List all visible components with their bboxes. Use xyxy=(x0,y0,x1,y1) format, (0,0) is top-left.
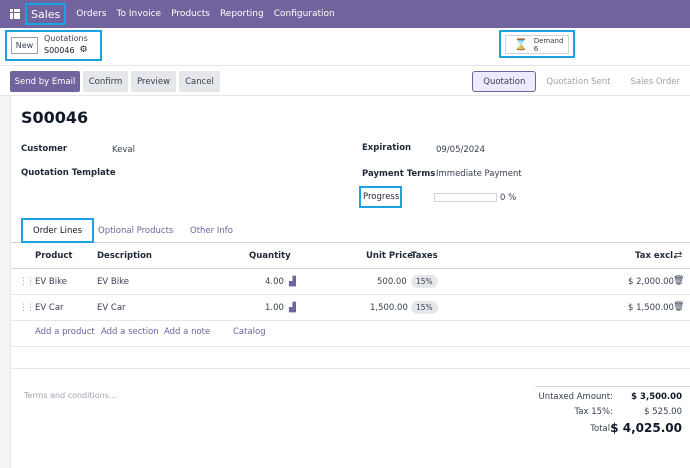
demand-smart-button[interactable]: ⌛ Demand 6 xyxy=(505,35,569,54)
tax-badge[interactable]: 15% xyxy=(411,275,438,288)
progress-bar xyxy=(434,193,497,202)
row-unit-price[interactable]: 500.00 xyxy=(377,277,407,287)
col-taxes[interactable]: Taxes xyxy=(411,251,438,261)
row-description[interactable]: EV Car xyxy=(97,303,126,313)
row-subtotal: $ 2,000.00 xyxy=(628,277,674,287)
record-title: S00046 xyxy=(21,108,89,127)
col-product[interactable]: Product xyxy=(35,251,73,261)
nav-brand-sales[interactable]: Sales xyxy=(25,3,67,25)
status-sales-order[interactable]: Sales Order xyxy=(621,71,690,92)
tax-label: Tax 15%: xyxy=(574,407,613,417)
status-quotation[interactable]: Quotation xyxy=(472,71,537,92)
add-section-link[interactable]: Add a section xyxy=(101,327,159,337)
breadcrumb-area: New Quotations S00046 ⚙ xyxy=(5,30,102,61)
demand-text: Demand 6 xyxy=(534,37,564,53)
nav-item-products[interactable]: Products xyxy=(171,9,210,19)
drag-handle-icon[interactable]: ⋮⋮ xyxy=(19,303,35,313)
catalog-link[interactable]: Catalog xyxy=(233,327,266,337)
quotation-template-label: Quotation Template xyxy=(21,168,116,178)
tab-optional-products[interactable]: Optional Products xyxy=(98,218,173,243)
progress-label: Progress xyxy=(363,192,400,202)
gear-icon[interactable]: ⚙ xyxy=(80,45,88,55)
payment-terms-label: Payment Terms xyxy=(362,169,436,179)
apps-grid-icon[interactable] xyxy=(10,9,20,19)
customer-field[interactable]: Keval xyxy=(112,145,135,155)
demand-label: Demand xyxy=(533,36,564,45)
table-row[interactable]: ⋮⋮ EV Car EV Car 1.00 ▟ 1,500.00 15% $ 1… xyxy=(11,295,690,321)
confirm-button[interactable]: Confirm xyxy=(83,71,128,92)
customer-label: Customer xyxy=(21,144,68,154)
row-product[interactable]: EV Bike xyxy=(35,277,67,287)
control-panel: New Quotations S00046 ⚙ ⌛ Demand 6 xyxy=(0,28,690,66)
add-note-link[interactable]: Add a note xyxy=(164,327,210,337)
col-unit-price[interactable]: Unit Price xyxy=(366,251,413,261)
row-unit-price[interactable]: 1,500.00 xyxy=(370,303,408,313)
row-quantity[interactable]: 4.00 xyxy=(265,277,284,287)
forecast-chart-icon[interactable]: ▟ xyxy=(289,303,296,313)
row-quantity[interactable]: 1.00 xyxy=(265,303,284,313)
expiration-label: Expiration xyxy=(362,143,412,153)
demand-value: 6 xyxy=(533,44,539,53)
cancel-button[interactable]: Cancel xyxy=(179,71,220,92)
untaxed-amount-value: $ 3,500.00 xyxy=(631,392,682,402)
trash-icon[interactable]: 🗑 xyxy=(673,276,684,286)
hourglass-icon: ⌛ xyxy=(514,38,528,51)
expiration-field[interactable]: 09/05/2024 xyxy=(436,145,485,155)
nav-item-to-invoice[interactable]: To Invoice xyxy=(117,9,162,19)
tax-badge[interactable]: 15% xyxy=(411,301,438,314)
breadcrumb-parent[interactable]: Quotations xyxy=(44,34,88,43)
table-row[interactable]: ⋮⋮ EV Bike EV Bike 4.00 ▟ 500.00 15% $ 2… xyxy=(11,269,690,295)
top-navbar: Sales Orders To Invoice Products Reporti… xyxy=(0,0,690,28)
preview-button[interactable]: Preview xyxy=(131,71,176,92)
divider xyxy=(11,368,690,369)
progress-value: 0 % xyxy=(500,193,517,203)
nav-item-orders[interactable]: Orders xyxy=(76,9,106,19)
terms-and-conditions-field[interactable]: Terms and conditions... xyxy=(24,391,116,400)
breadcrumb-current: S00046 ⚙ xyxy=(44,45,88,55)
order-lines-header: Product Description Quantity Unit Price … xyxy=(11,243,690,269)
add-line-controls: Add a product Add a section Add a note C… xyxy=(11,321,690,343)
action-bar: Send by Email Confirm Preview Cancel Quo… xyxy=(0,66,690,96)
tax-value: $ 525.00 xyxy=(644,407,682,417)
nav-item-reporting[interactable]: Reporting xyxy=(220,9,264,19)
row-description[interactable]: EV Bike xyxy=(97,277,129,287)
form-sheet: S00046 Customer Keval Quotation Template… xyxy=(10,96,690,468)
status-bar: Quotation Quotation Sent Sales Order xyxy=(472,71,690,92)
breadcrumb-current-label: S00046 xyxy=(44,45,75,55)
trash-icon[interactable]: 🗑 xyxy=(673,302,684,312)
nav-item-configuration[interactable]: Configuration xyxy=(274,9,335,19)
add-product-link[interactable]: Add a product xyxy=(35,327,95,337)
tab-order-lines[interactable]: Order Lines xyxy=(21,218,94,243)
new-button[interactable]: New xyxy=(11,37,38,54)
column-settings-icon[interactable]: ⇄ xyxy=(674,250,682,261)
row-product[interactable]: EV Car xyxy=(35,303,64,313)
notebook-tabs: Order Lines Optional Products Other Info xyxy=(11,218,690,243)
progress-label-box: Progress xyxy=(359,186,402,208)
payment-terms-field[interactable]: Immediate Payment xyxy=(436,169,522,179)
tab-other-info[interactable]: Other Info xyxy=(190,218,233,243)
col-description[interactable]: Description xyxy=(97,251,152,261)
col-tax-excl[interactable]: Tax excl. xyxy=(635,251,676,261)
divider xyxy=(11,346,690,347)
forecast-chart-icon[interactable]: ▟ xyxy=(289,277,296,287)
send-by-email-button[interactable]: Send by Email xyxy=(10,71,80,92)
row-subtotal: $ 1,500.00 xyxy=(628,303,674,313)
demand-smart-button-area: ⌛ Demand 6 xyxy=(499,30,575,58)
untaxed-amount-label: Untaxed Amount: xyxy=(538,392,613,402)
total-value: $ 4,025.00 xyxy=(610,421,682,435)
col-quantity[interactable]: Quantity xyxy=(249,251,291,261)
totals-divider xyxy=(535,386,690,387)
drag-handle-icon[interactable]: ⋮⋮ xyxy=(19,277,35,287)
status-quotation-sent[interactable]: Quotation Sent xyxy=(536,71,620,92)
